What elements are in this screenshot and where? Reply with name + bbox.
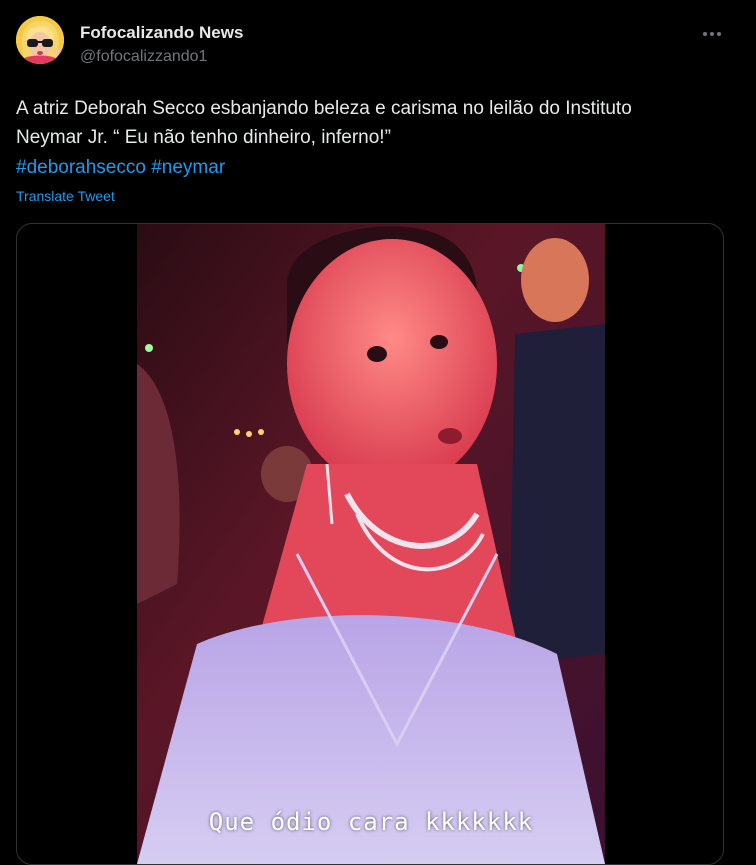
hashtag-deborahsecco[interactable]: #deborahsecco xyxy=(16,157,146,178)
tweet: Fofocalizando News @fofocalizzando1 A at… xyxy=(0,0,756,865)
more-options-icon xyxy=(703,32,721,36)
video-caption: Que ódio cara kkkkkkk xyxy=(208,808,534,836)
avatar-icon xyxy=(16,16,64,64)
avatar[interactable] xyxy=(16,16,64,64)
hashtags: #deborahsecco #neymar xyxy=(16,153,225,182)
author-name[interactable]: Fofocalizando News xyxy=(80,23,243,43)
author-handle[interactable]: @fofocalizzando1 xyxy=(80,48,207,66)
hashtag-neymar[interactable]: #neymar xyxy=(151,157,225,178)
media-card: Que ódio cara kkkkkkk xyxy=(16,223,724,865)
translate-tweet-link[interactable]: Translate Tweet xyxy=(16,188,115,204)
more-options-button[interactable] xyxy=(692,18,732,50)
video-player[interactable]: Que ódio cara kkkkkkk xyxy=(137,224,605,864)
video-frame xyxy=(137,224,605,864)
tweet-text: A atriz Deborah Secco esbanjando beleza … xyxy=(16,98,632,148)
